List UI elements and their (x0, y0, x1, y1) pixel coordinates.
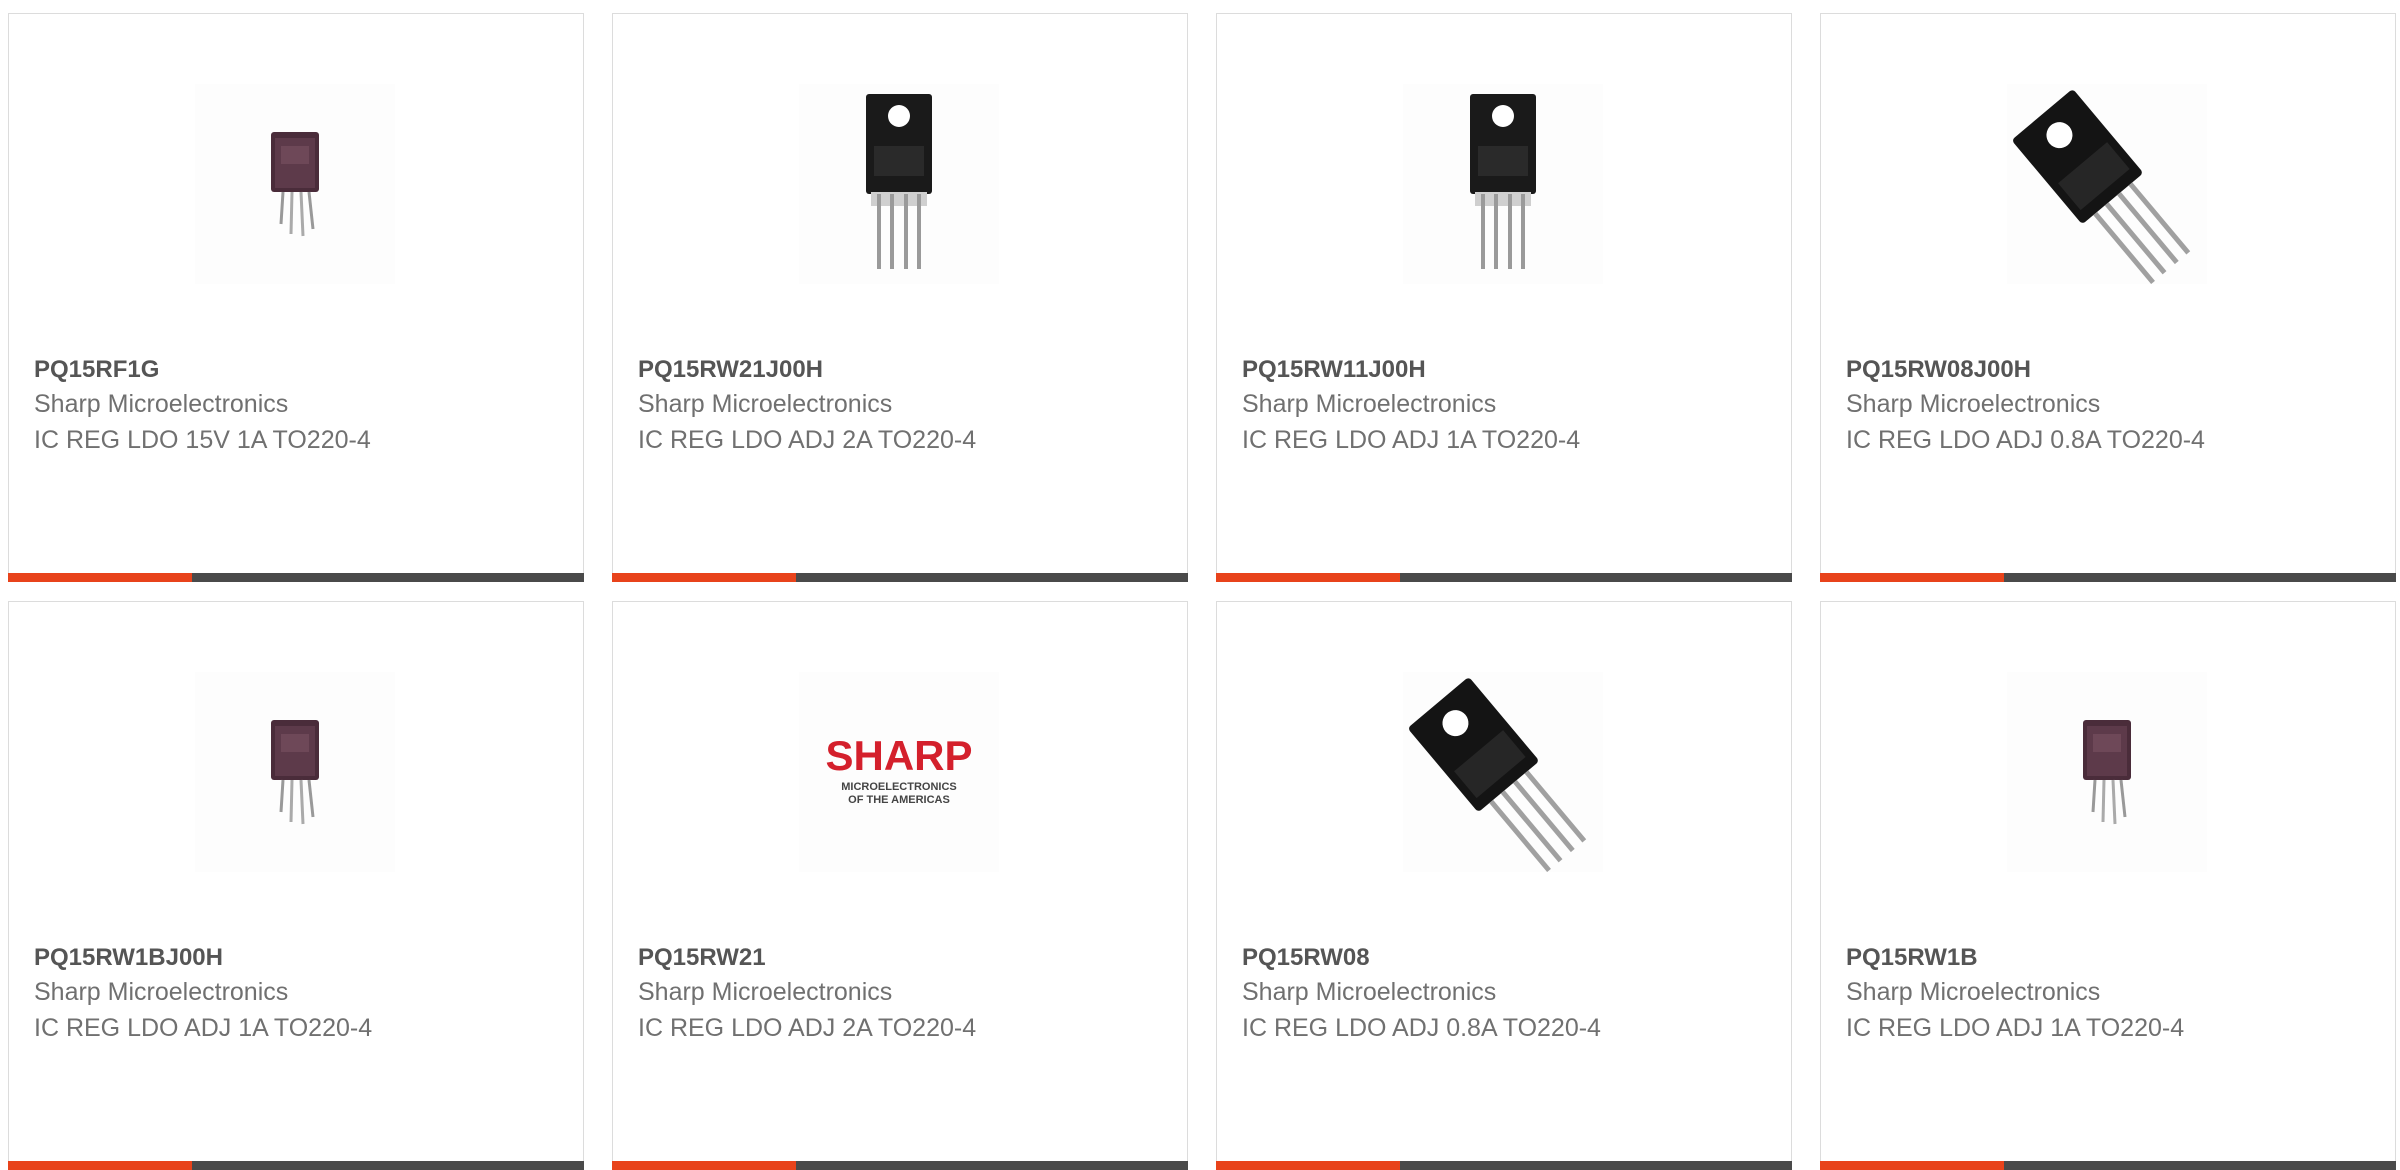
accent-bar (612, 1161, 796, 1170)
product-image[interactable] (1403, 672, 1603, 872)
part-number[interactable]: PQ15RW08 (1242, 944, 1771, 974)
product-image[interactable] (195, 84, 395, 284)
accent-bar (1216, 573, 1400, 582)
logo-line1: MICROELECTRONICS (841, 781, 957, 793)
description: IC REG LDO ADJ 2A TO220-4 (638, 1014, 977, 1042)
card-footer-bar (1820, 1161, 2396, 1170)
product-card[interactable]: PQ15RW08 Sharp Microelectronics IC REG L… (1216, 601, 1792, 1170)
product-card[interactable]: PQ15RF1G Sharp Microelectronics IC REG L… (8, 13, 584, 582)
accent-bar (1820, 573, 2004, 582)
part-number[interactable]: PQ15RW08J00H (1846, 356, 2375, 386)
accent-bar (612, 573, 796, 582)
manufacturer: Sharp Microelectronics (34, 390, 289, 418)
logo-brand: SHARP (825, 732, 972, 779)
product-info: PQ15RW21J00H Sharp Microelectronics IC R… (638, 356, 1167, 458)
transistor-package-icon (1403, 672, 1603, 872)
description: IC REG LDO ADJ 1A TO220-4 (1846, 1014, 2185, 1042)
manufacturer: Sharp Microelectronics (34, 978, 289, 1006)
description: IC REG LDO ADJ 2A TO220-4 (638, 426, 977, 454)
transistor-package-icon (195, 672, 395, 872)
manufacturer: Sharp Microelectronics (1242, 978, 1497, 1006)
product-card[interactable]: SHARP MICROELECTRONICS OF THE AMERICAS P… (612, 601, 1188, 1170)
accent-bar (8, 573, 192, 582)
part-number[interactable]: PQ15RW21J00H (638, 356, 1167, 386)
manufacturer: Sharp Microelectronics (638, 978, 893, 1006)
product-image[interactable] (195, 672, 395, 872)
product-info: PQ15RW21 Sharp Microelectronics IC REG L… (638, 944, 1167, 1046)
product-card[interactable]: PQ15RW21J00H Sharp Microelectronics IC R… (612, 13, 1188, 582)
part-number[interactable]: PQ15RW21 (638, 944, 1167, 974)
product-card[interactable]: PQ15RW08J00H Sharp Microelectronics IC R… (1820, 13, 2396, 582)
card-footer-bar (1216, 1161, 1792, 1170)
product-image[interactable] (1403, 84, 1603, 284)
accent-bar (1216, 1161, 1400, 1170)
card-footer-bar (1216, 573, 1792, 582)
description: IC REG LDO ADJ 1A TO220-4 (34, 1014, 373, 1042)
product-card[interactable]: PQ15RW1B Sharp Microelectronics IC REG L… (1820, 601, 2396, 1170)
product-info: PQ15RW08 Sharp Microelectronics IC REG L… (1242, 944, 1771, 1046)
card-footer-bar (8, 1161, 584, 1170)
product-image[interactable] (2007, 672, 2207, 872)
description: IC REG LDO ADJ 1A TO220-4 (1242, 426, 1581, 454)
accent-bar (8, 1161, 192, 1170)
product-info: PQ15RW1BJ00H Sharp Microelectronics IC R… (34, 944, 563, 1046)
part-number[interactable]: PQ15RW1B (1846, 944, 2375, 974)
sharp-logo: SHARP MICROELECTRONICS OF THE AMERICAS (825, 732, 972, 806)
card-footer-bar (612, 1161, 1188, 1170)
part-number[interactable]: PQ15RF1G (34, 356, 563, 386)
product-image[interactable] (2007, 84, 2207, 284)
transistor-package-icon (195, 84, 395, 284)
manufacturer: Sharp Microelectronics (638, 390, 893, 418)
transistor-package-icon (2007, 84, 2207, 284)
card-footer-bar (612, 573, 1188, 582)
card-footer-bar (1820, 573, 2396, 582)
product-info: PQ15RF1G Sharp Microelectronics IC REG L… (34, 356, 563, 458)
product-image[interactable]: SHARP MICROELECTRONICS OF THE AMERICAS (799, 672, 999, 872)
accent-bar (1820, 1161, 2004, 1170)
manufacturer: Sharp Microelectronics (1846, 390, 2101, 418)
product-grid: PQ15RF1G Sharp Microelectronics IC REG L… (0, 0, 2400, 1170)
logo-line2: OF THE AMERICAS (848, 794, 950, 806)
manufacturer: Sharp Microelectronics (1846, 978, 2101, 1006)
product-card[interactable]: PQ15RW1BJ00H Sharp Microelectronics IC R… (8, 601, 584, 1170)
product-image[interactable] (799, 84, 999, 284)
description: IC REG LDO ADJ 0.8A TO220-4 (1242, 1014, 1601, 1042)
transistor-package-icon (1403, 84, 1603, 284)
product-info: PQ15RW08J00H Sharp Microelectronics IC R… (1846, 356, 2375, 458)
transistor-package-icon (2007, 672, 2207, 872)
product-info: PQ15RW1B Sharp Microelectronics IC REG L… (1846, 944, 2375, 1046)
transistor-package-icon (799, 84, 999, 284)
product-card[interactable]: PQ15RW11J00H Sharp Microelectronics IC R… (1216, 13, 1792, 582)
manufacturer: Sharp Microelectronics (1242, 390, 1497, 418)
description: IC REG LDO ADJ 0.8A TO220-4 (1846, 426, 2205, 454)
part-number[interactable]: PQ15RW11J00H (1242, 356, 1771, 386)
part-number[interactable]: PQ15RW1BJ00H (34, 944, 563, 974)
card-footer-bar (8, 573, 584, 582)
product-info: PQ15RW11J00H Sharp Microelectronics IC R… (1242, 356, 1771, 458)
description: IC REG LDO 15V 1A TO220-4 (34, 426, 371, 454)
